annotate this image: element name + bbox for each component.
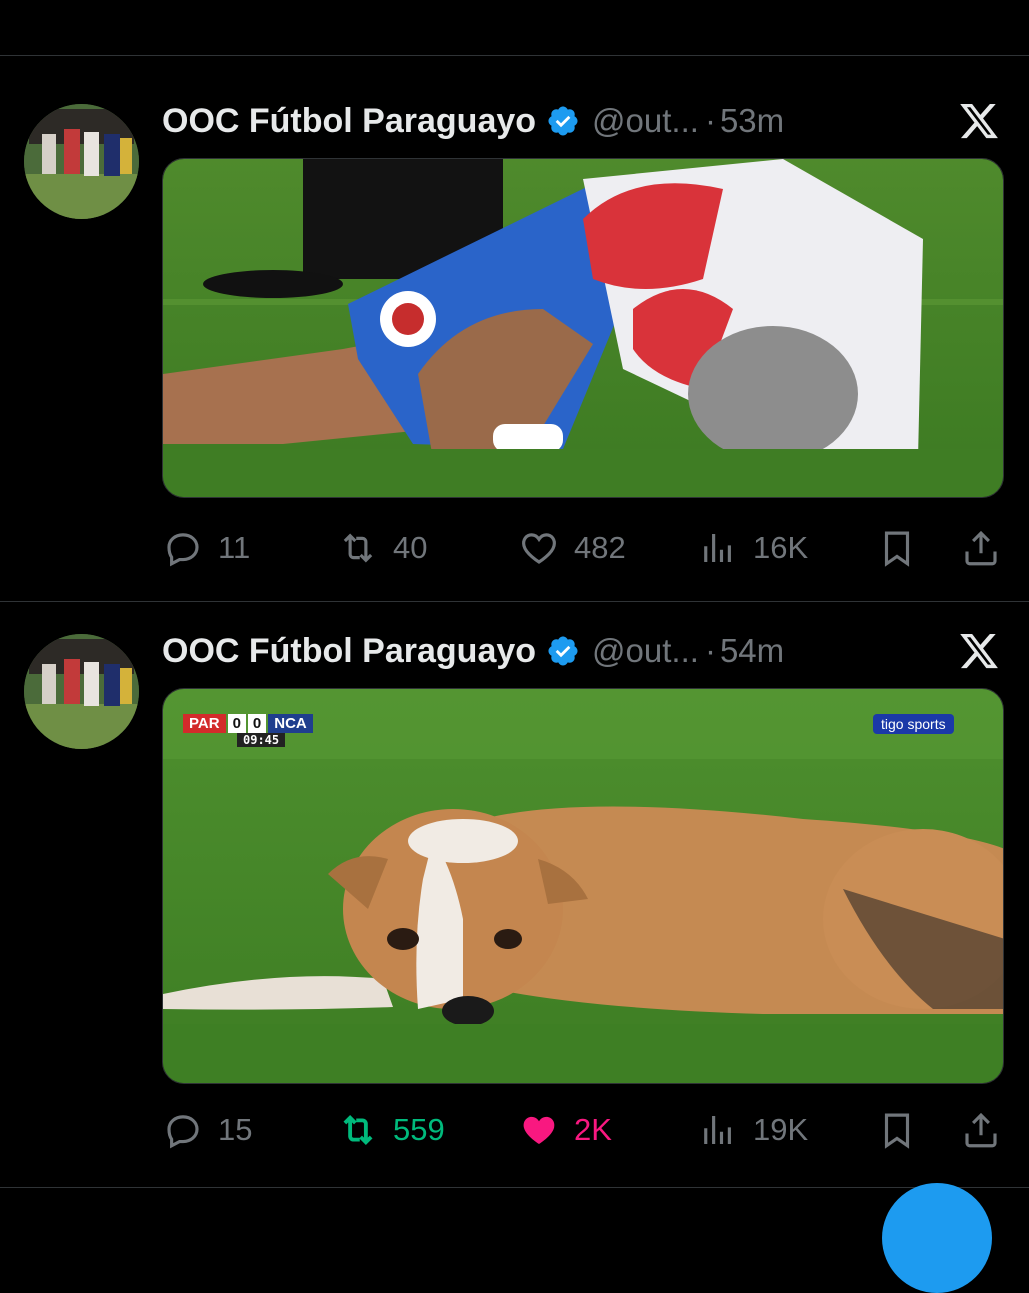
tweet-media-dog-on-pitch[interactable]: PAR 0 0 NCA 09:45 tigo sports xyxy=(162,688,1004,1084)
avatar[interactable] xyxy=(24,634,139,749)
views-count: 19K xyxy=(753,1112,809,1147)
bookmark-button[interactable] xyxy=(876,522,918,574)
repost-icon xyxy=(343,533,373,563)
author-handle[interactable]: @out... xyxy=(592,632,699,670)
tweet-2[interactable]: OOC Fútbol Paraguayo @out... · 54m PAR 0… xyxy=(0,602,1029,1187)
share-icon xyxy=(965,1112,997,1148)
reply-count: 11 xyxy=(218,530,251,565)
share-button[interactable] xyxy=(960,1104,1002,1156)
match-clock: 09:45 xyxy=(237,733,286,747)
bookmark-button[interactable] xyxy=(876,1104,918,1156)
views-count: 16K xyxy=(753,530,809,565)
tweet-actions: 11 40 482 16K xyxy=(162,522,1004,574)
bookmark-icon xyxy=(884,531,910,567)
verified-badge-icon xyxy=(548,636,578,666)
tweet-1[interactable]: OOC Fútbol Paraguayo @out... · 53m 11 40… xyxy=(0,56,1029,601)
views-button[interactable]: 19K xyxy=(697,1104,808,1156)
home-score: 0 xyxy=(227,713,246,733)
like-button-active[interactable]: 2K xyxy=(518,1104,612,1156)
repost-button[interactable]: 40 xyxy=(337,522,427,574)
timestamp[interactable]: 54m xyxy=(720,632,784,670)
repost-icon xyxy=(343,1115,373,1145)
repost-button-active[interactable]: 559 xyxy=(337,1104,445,1156)
like-count: 2K xyxy=(574,1112,612,1147)
home-team: PAR xyxy=(183,713,226,733)
repost-count: 40 xyxy=(393,530,428,565)
author-name[interactable]: OOC Fútbol Paraguayo xyxy=(162,632,536,671)
tweet-actions: 15 559 2K 19K xyxy=(162,1104,1004,1156)
away-score: 0 xyxy=(247,713,267,733)
author-name[interactable]: OOC Fútbol Paraguayo xyxy=(162,102,536,141)
bottom-divider xyxy=(0,1187,1029,1188)
views-icon xyxy=(704,1116,731,1144)
share-button[interactable] xyxy=(960,522,1002,574)
verified-badge-icon xyxy=(548,106,578,136)
views-icon xyxy=(704,534,731,562)
away-team: NCA xyxy=(268,713,313,733)
x-logo-icon[interactable] xyxy=(956,630,1002,672)
like-icon xyxy=(522,533,556,564)
bookmark-icon xyxy=(884,1113,910,1149)
reply-icon xyxy=(167,533,199,567)
tweet-header: OOC Fútbol Paraguayo @out... · 54m xyxy=(162,626,784,676)
scorebug: PAR 0 0 NCA xyxy=(183,713,313,733)
x-logo-icon[interactable] xyxy=(956,100,1002,142)
broadcaster-logo: tigo sports xyxy=(873,714,954,734)
like-count: 482 xyxy=(574,530,626,565)
separator-dot: · xyxy=(704,102,716,139)
separator-dot: · xyxy=(704,632,716,669)
like-button[interactable]: 482 xyxy=(518,522,626,574)
avatar[interactable] xyxy=(24,104,139,219)
reply-icon xyxy=(167,1115,199,1149)
reply-button[interactable]: 11 xyxy=(162,522,250,574)
views-button[interactable]: 16K xyxy=(697,522,808,574)
author-handle[interactable]: @out... xyxy=(592,102,699,140)
reply-count: 15 xyxy=(218,1112,253,1147)
share-icon xyxy=(965,530,997,566)
like-icon xyxy=(523,1116,555,1144)
reply-button[interactable]: 15 xyxy=(162,1104,252,1156)
timestamp[interactable]: 53m xyxy=(720,102,784,140)
tweet-header: OOC Fútbol Paraguayo @out... · 53m xyxy=(162,96,784,146)
repost-count: 559 xyxy=(393,1112,445,1147)
tweet-media-injured-player[interactable] xyxy=(162,158,1004,498)
